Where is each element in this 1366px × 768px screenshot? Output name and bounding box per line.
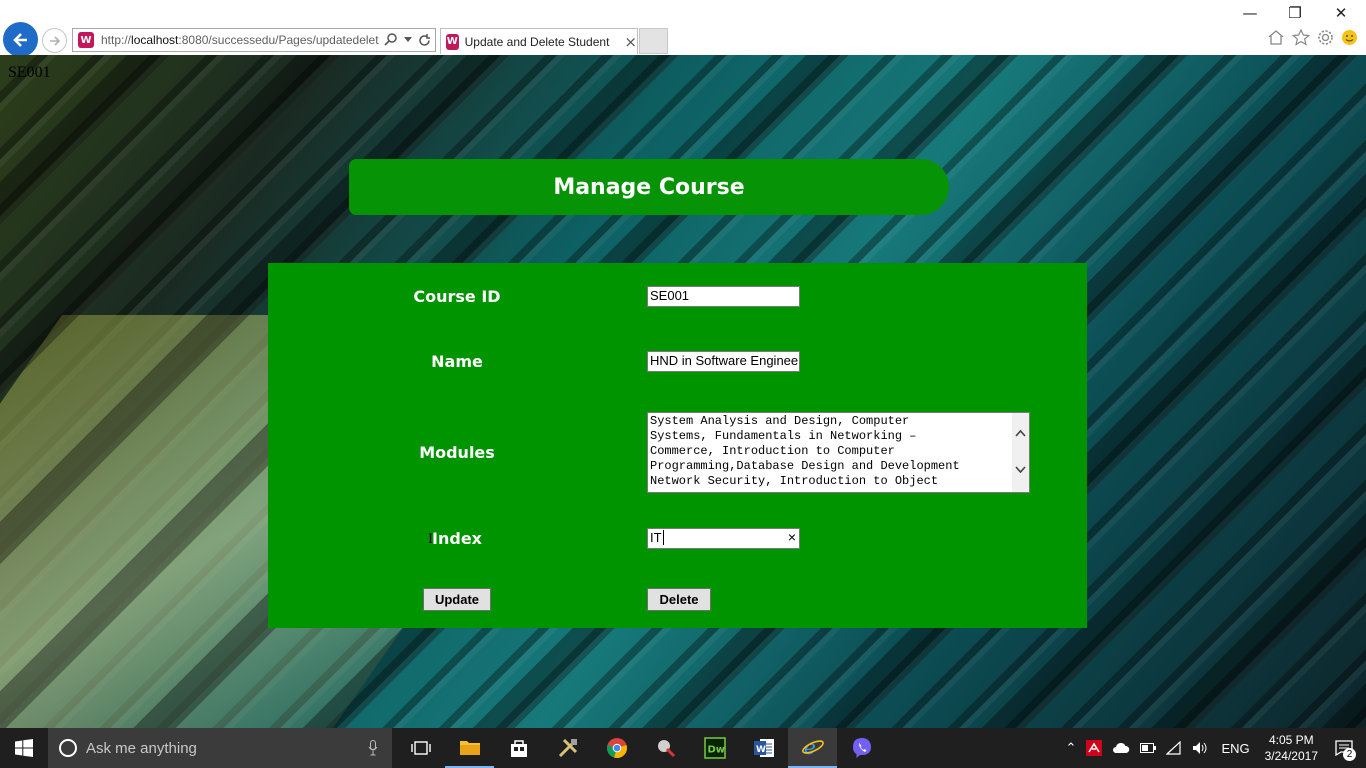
start-button[interactable]: [0, 728, 48, 768]
search-placeholder: Ask me anything: [86, 739, 197, 757]
clock-time: 4:05 PM: [1268, 733, 1314, 747]
index-input-value: IT: [650, 530, 662, 545]
tab-close-icon[interactable]: ×: [624, 33, 637, 51]
tab-favicon-icon: W: [446, 33, 459, 50]
address-bar[interactable]: W http://localhost:8080/successedu/Pages…: [72, 28, 436, 52]
battery-icon[interactable]: [1140, 743, 1157, 753]
cortana-search-box[interactable]: Ask me anything: [48, 728, 392, 768]
task-view-icon[interactable]: [396, 728, 445, 768]
manage-course-form: Course ID SE001 Name HND in Software Eng…: [268, 263, 1087, 628]
course-id-input[interactable]: SE001: [647, 286, 800, 307]
modules-text: System Analysis and Design, Computer Sys…: [650, 414, 960, 488]
tab-title: Update and Delete Student: [464, 34, 610, 49]
notification-count-badge: 2: [1343, 748, 1356, 761]
clear-input-icon[interactable]: ×: [788, 529, 796, 545]
page-background: SE001 Manage Course Course ID SE001 Name…: [0, 55, 1366, 728]
forward-arrow-icon: [49, 35, 60, 46]
name-input[interactable]: HND in Software Engineering: [647, 351, 800, 372]
index-input[interactable]: IT ×: [647, 528, 800, 549]
input-language-indicator[interactable]: ENG: [1221, 741, 1249, 756]
forward-button[interactable]: [42, 28, 67, 53]
page-title: Manage Course: [553, 174, 745, 200]
search-icon[interactable]: [384, 33, 398, 47]
scroll-down-icon[interactable]: [1015, 466, 1026, 474]
wifi-icon[interactable]: [1166, 741, 1182, 755]
system-tray: ⌃ ENG 4:05 PM 3/24/2017 2: [1061, 728, 1366, 768]
viber-icon[interactable]: [837, 728, 886, 768]
modules-scrollbar[interactable]: [1012, 413, 1029, 492]
delete-button[interactable]: Delete: [647, 588, 711, 611]
tab-update-delete-student[interactable]: W Update and Delete Student ×: [440, 28, 638, 54]
name-label: Name: [431, 352, 483, 371]
refresh-icon[interactable]: [418, 33, 431, 47]
svg-text:W: W: [756, 745, 766, 755]
index-label: Index: [432, 529, 482, 548]
smiley-feedback-icon[interactable]: [1341, 29, 1358, 46]
new-tab-button[interactable]: [639, 28, 668, 54]
close-window-icon[interactable]: ✕: [1331, 4, 1351, 22]
browser-chrome: — ❐ ✕ W http://localhost:8080/successedu…: [0, 0, 1366, 57]
taskbar-apps: Dw W e: [396, 728, 886, 768]
dreamweaver-icon[interactable]: Dw: [690, 728, 739, 768]
restore-icon[interactable]: ❐: [1285, 4, 1305, 22]
chrome-icon[interactable]: [592, 728, 641, 768]
site-favicon-icon: W: [78, 32, 94, 48]
edge-ie-icon[interactable]: e: [788, 728, 837, 768]
onedrive-cloud-icon[interactable]: [1112, 742, 1130, 754]
store-icon[interactable]: [494, 728, 543, 768]
action-center-icon[interactable]: 2: [1328, 728, 1360, 768]
home-icon[interactable]: [1267, 29, 1285, 46]
settings-gear-icon[interactable]: [1317, 29, 1334, 46]
microphone-icon[interactable]: [368, 740, 378, 756]
dropdown-arrow-icon[interactable]: [404, 37, 412, 43]
favorites-star-icon[interactable]: [1292, 29, 1310, 46]
page-header-banner: Manage Course: [349, 159, 949, 215]
session-course-id-text: SE001: [8, 64, 51, 81]
app-icon[interactable]: [641, 728, 690, 768]
back-button[interactable]: [3, 22, 38, 57]
svg-text:Dw: Dw: [707, 745, 725, 756]
browser-toolbar-icons: [1267, 29, 1358, 46]
minimize-icon[interactable]: —: [1240, 4, 1260, 22]
word-icon[interactable]: W: [739, 728, 788, 768]
windows-taskbar: Ask me anything Dw W e ⌃ ENG 4:05 PM 3/2…: [0, 728, 1366, 768]
scroll-up-icon[interactable]: [1015, 429, 1026, 437]
volume-icon[interactable]: [1192, 741, 1208, 755]
windows-logo-icon: [15, 739, 33, 757]
antivirus-icon[interactable]: [1086, 740, 1103, 756]
course-id-label: Course ID: [413, 287, 501, 306]
address-url[interactable]: http://localhost:8080/successedu/Pages/u…: [101, 33, 379, 47]
tools-icon[interactable]: [543, 728, 592, 768]
cortana-icon: [59, 739, 77, 757]
file-explorer-icon[interactable]: [445, 728, 494, 768]
show-hidden-icons-chevron-icon[interactable]: ⌃: [1066, 740, 1077, 756]
modules-textarea[interactable]: System Analysis and Design, Computer Sys…: [647, 412, 1030, 493]
clock-date: 3/24/2017: [1264, 749, 1318, 763]
clock[interactable]: 4:05 PM 3/24/2017: [1265, 732, 1318, 764]
modules-label: Modules: [419, 443, 495, 462]
back-arrow-icon: [12, 32, 27, 47]
update-button[interactable]: Update: [423, 588, 491, 611]
